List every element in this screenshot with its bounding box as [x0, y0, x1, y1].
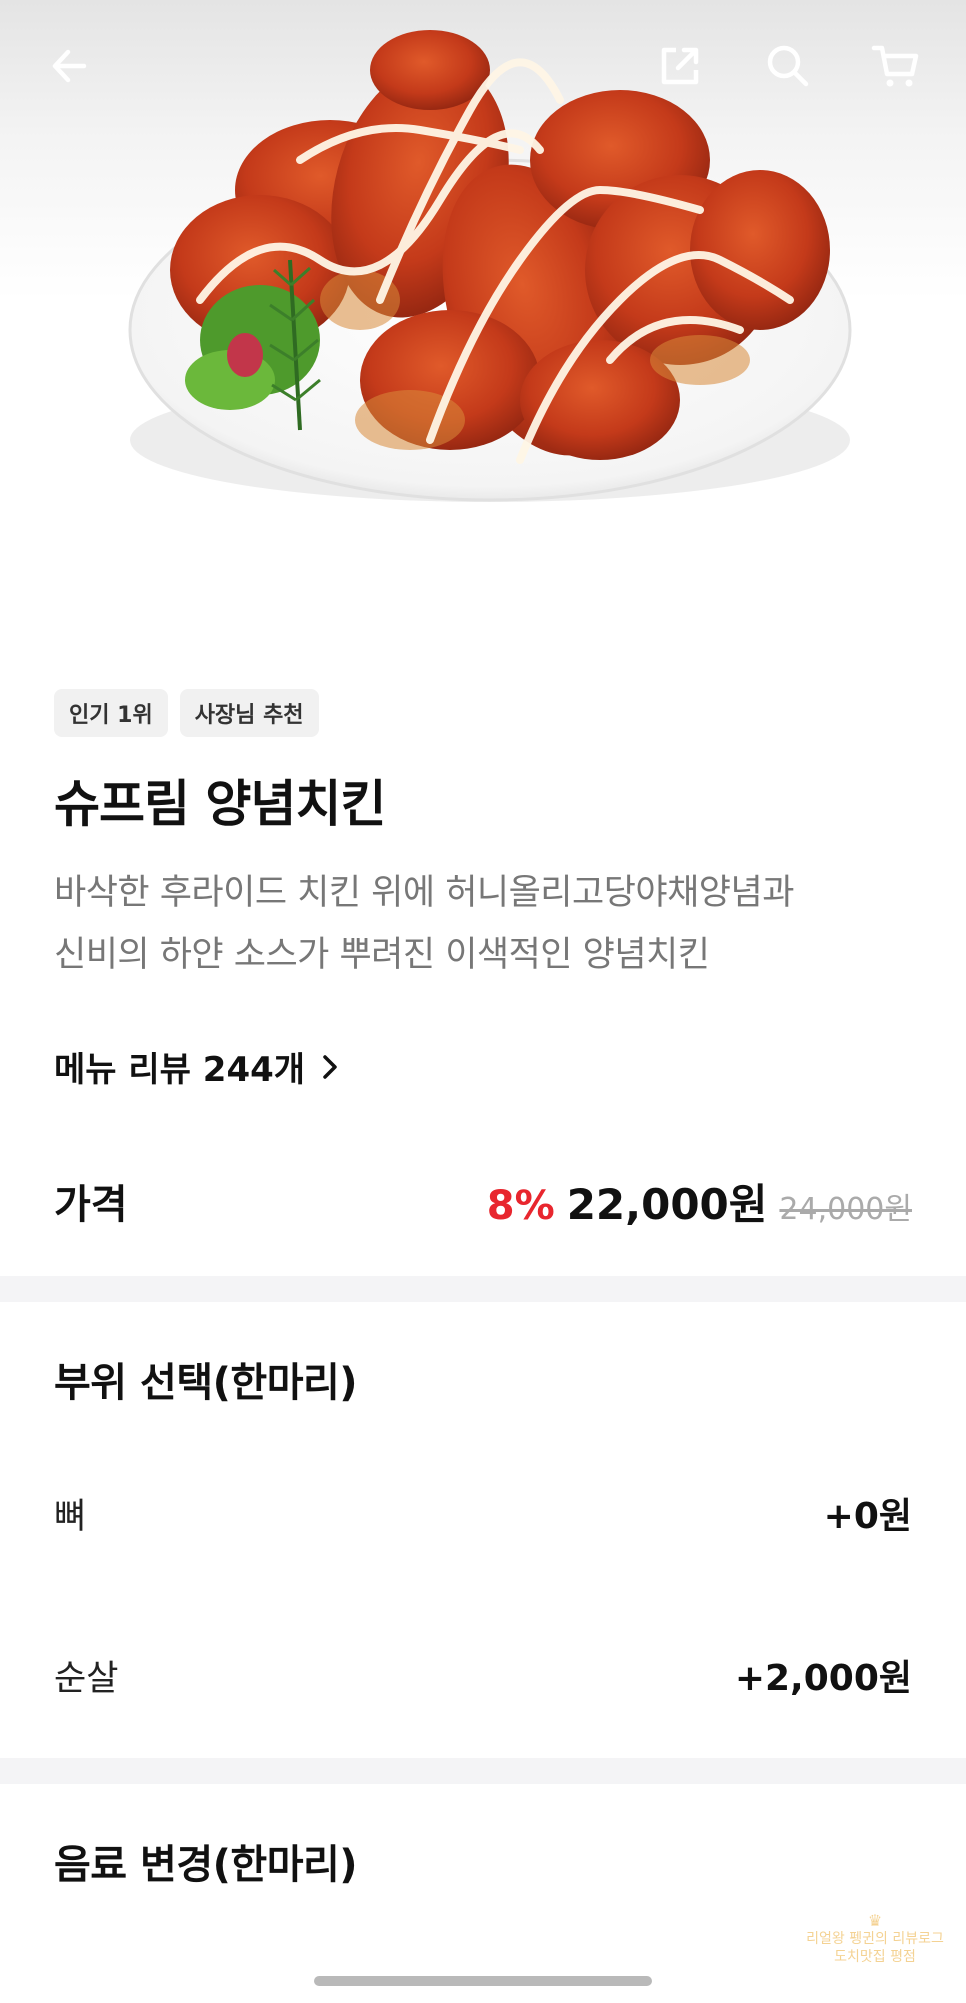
price-row: 가격 8% 22,000원 24,000원: [54, 1170, 912, 1232]
menu-review-link[interactable]: 메뉴 리뷰 244개: [54, 1042, 341, 1091]
search-button[interactable]: [752, 30, 824, 102]
share-icon: [661, 47, 699, 85]
description-line-1: 바삭한 후라이드 치킨 위에 허니올리고당야채양념과: [54, 873, 794, 913]
option-row-boneless[interactable]: 순살 +2,000원: [54, 1645, 912, 1705]
product-description: 바삭한 후라이드 치킨 위에 허니올리고당야채양념과 신비의 하얀 소스가 뿌려…: [54, 862, 924, 986]
section-divider: [0, 1758, 966, 1784]
crown-icon: ♛: [867, 1911, 883, 1930]
cart-button[interactable]: [860, 30, 932, 102]
current-price: 22,000원: [566, 1179, 768, 1229]
watermark-line-2: 도치맛집 평점: [834, 1949, 916, 1965]
product-hero-image: [0, 0, 966, 620]
product-badges: 인기 1위 사장님 추천: [54, 689, 319, 737]
cart-icon: [871, 45, 919, 87]
product-title: 슈프림 양념치킨: [54, 775, 386, 833]
discount-rate: 8%: [486, 1182, 555, 1229]
option-price: +2,000원: [734, 1658, 912, 1699]
badge-popular: 인기 1위: [54, 689, 168, 737]
chevron-right-icon: [323, 1054, 337, 1079]
option-label: 순살: [54, 1658, 119, 1699]
price-label: 가격: [54, 1182, 128, 1228]
drink-section-title: 음료 변경(한마리): [54, 1842, 358, 1888]
home-indicator[interactable]: [314, 1976, 652, 1986]
arrow-left-icon: [52, 49, 87, 83]
share-button[interactable]: [644, 30, 716, 102]
price-values: 8% 22,000원 24,000원: [487, 1171, 912, 1232]
badge-owner-recommend: 사장님 추천: [179, 689, 319, 737]
menu-review-label: 메뉴 리뷰 244개: [54, 1050, 306, 1090]
option-row-bone[interactable]: 뼈 +0원: [54, 1483, 912, 1543]
section-divider: [0, 1276, 966, 1302]
part-section-title: 부위 선택(한마리): [54, 1360, 358, 1406]
search-icon: [767, 45, 809, 87]
watermark-line-1: 리얼왕 펭귄의 리뷰로그: [806, 1931, 944, 1947]
option-price: +0원: [823, 1496, 912, 1537]
option-label: 뼈: [54, 1496, 87, 1537]
back-button[interactable]: [34, 30, 106, 102]
blog-watermark: ♛ 리얼왕 펭귄의 리뷰로그 도치맛집 평점: [790, 1912, 960, 1966]
original-price: 24,000원: [779, 1191, 912, 1227]
description-line-2: 신비의 하얀 소스가 뿌려진 이색적인 양념치킨: [54, 935, 710, 975]
